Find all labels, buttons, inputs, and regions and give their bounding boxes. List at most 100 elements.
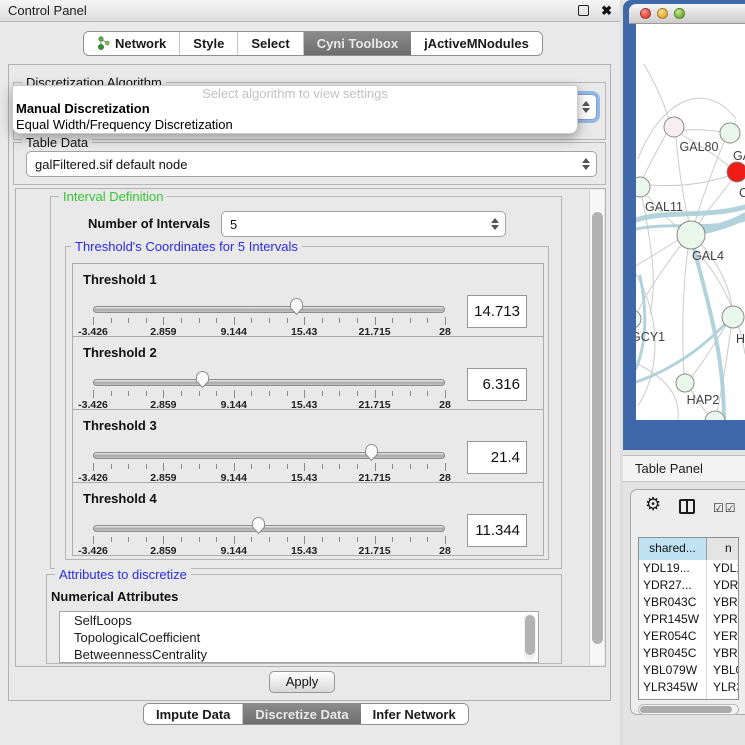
attributes-group: Attributes to discretize Numerical Attri… [46, 574, 562, 664]
table-row[interactable]: YBR043CYBR0 [639, 594, 738, 611]
threshold-value-box[interactable]: 14.713 [467, 295, 527, 328]
cyni-toolbox-panel: Discretization Algorithm Table Data galF… [8, 64, 611, 701]
tab-infer-network-label: Infer Network [373, 707, 456, 722]
tab-cyni-toolbox[interactable]: Cyni Toolbox [304, 32, 411, 55]
tab-jactivemnodules-label: jActiveMNodules [424, 36, 529, 51]
close-traffic-light-icon[interactable] [640, 8, 651, 19]
network-node-c[interactable] [727, 162, 745, 182]
network-node-gcy1[interactable] [636, 310, 641, 328]
scrollbar-thumb[interactable] [525, 615, 535, 655]
algorithm-option-manual[interactable]: Manual Discretization [13, 101, 577, 117]
scrollbar-thumb[interactable] [640, 706, 732, 713]
table-select-checkboxes-icon[interactable]: ☑☑ [713, 501, 737, 515]
table-settings-gear-icon[interactable]: ⚙ [645, 494, 661, 515]
column-header-shared-name[interactable]: shared... [639, 538, 707, 560]
network-canvas[interactable]: GAL80GACGAL11GAL4GCY1HHAP2 [636, 24, 745, 420]
tab-style[interactable]: Style [180, 32, 238, 55]
tab-network[interactable]: Network [84, 32, 180, 55]
threshold-slider-track[interactable] [93, 525, 445, 532]
column-header-name[interactable]: n [707, 538, 738, 560]
combo-spinner-icon [490, 218, 498, 230]
table-data-combobox[interactable]: galFiltered.sif default node [26, 151, 597, 177]
tab-cyni-toolbox-label: Cyni Toolbox [317, 36, 398, 51]
network-node-gal11[interactable] [636, 177, 650, 197]
table-panel-title: Table Panel [635, 461, 703, 476]
number-of-intervals-combobox[interactable]: 5 [221, 211, 506, 237]
tab-discretize-data[interactable]: Discretize Data [243, 704, 360, 724]
node-label: C [739, 186, 745, 200]
table-row[interactable]: YPR145WYPR1 [639, 611, 738, 628]
threshold-slider-thumb[interactable] [364, 443, 379, 462]
network-node-h[interactable] [722, 306, 744, 328]
control-panel: Control Panel ✖ Network Style [0, 0, 620, 745]
tab-infer-network[interactable]: Infer Network [361, 704, 468, 724]
threshold-slider-track[interactable] [93, 379, 445, 386]
combo-spinner-icon [581, 158, 589, 170]
thresholds-group: Threshold's Coordinates for 5 Intervals … [65, 246, 549, 560]
attribute-list-item[interactable]: SelfLoops [60, 612, 538, 629]
threshold-value-box[interactable]: 6.316 [467, 368, 527, 401]
cyni-mode-tabs: Impute Data Discretize Data Infer Networ… [143, 703, 469, 725]
table-row[interactable]: YBL079WYBL0 [639, 662, 738, 679]
attribute-list-item[interactable]: TopologicalCoefficient [60, 629, 538, 646]
threshold-row: Threshold 4 -3.4262.8599.14415.4321.7152… [72, 482, 544, 556]
attributes-list-scrollbar[interactable] [524, 614, 536, 660]
number-of-intervals-value: 5 [230, 217, 237, 232]
tab-discretize-data-label: Discretize Data [255, 707, 348, 722]
network-node-labels: GAL80GACGAL11GAL4GCY1HHAP2 [636, 140, 745, 407]
threshold-slider-track[interactable] [93, 306, 445, 313]
zoom-traffic-light-icon[interactable] [674, 8, 685, 19]
threshold-slider-thumb[interactable] [251, 516, 266, 535]
network-window-titlebar[interactable] [629, 4, 745, 24]
table-row[interactable]: YER054CYER0 [639, 628, 738, 645]
table-columns-icon[interactable] [679, 499, 695, 514]
table-panel-header: Table Panel [623, 455, 745, 482]
network-icon [97, 36, 110, 51]
control-panel-titlebar: Control Panel ✖ [0, 0, 620, 22]
tab-select[interactable]: Select [238, 32, 303, 55]
algorithm-option-equal-width[interactable]: Equal Width/Frequency Discretization [13, 117, 577, 133]
table-row[interactable]: YIL053CYIL0 [639, 696, 738, 700]
panel-scrollbar[interactable] [589, 190, 604, 665]
threshold-row: Threshold 1 -3.4262.8599.14415.4321.7152… [72, 263, 544, 337]
tab-jactivemnodules[interactable]: jActiveMNodules [411, 32, 542, 55]
minimize-traffic-light-icon[interactable] [657, 8, 668, 19]
numerical-attributes-list[interactable]: SelfLoopsTopologicalCoefficientBetweenne… [59, 611, 539, 663]
float-window-icon[interactable] [578, 5, 589, 16]
node-label: GAL11 [645, 200, 683, 214]
threshold-slider-track[interactable] [93, 452, 445, 459]
table-row[interactable]: YLR345WYLR3 [639, 679, 738, 696]
table-horizontal-scrollbar[interactable] [638, 704, 739, 715]
network-node-gal4[interactable] [677, 221, 705, 249]
threshold-row: Threshold 2 -3.4262.8599.14415.4321.7152… [72, 336, 544, 410]
attribute-list-item[interactable]: BetweennessCentrality [60, 646, 538, 663]
network-view-window: GAL80GACGAL11GAL4GCY1HHAP2 [623, 0, 745, 450]
table-panel-area: ⚙ ☑☑ shared... n YDL19...YDL1YDR27...YDR… [623, 482, 745, 745]
threshold-label: Threshold 2 [83, 345, 157, 360]
threshold-value-box[interactable]: 11.344 [467, 514, 527, 547]
threshold-slider-thumb[interactable] [289, 297, 304, 316]
algorithm-dropdown-popup: Select algorithm to view settings Manual… [12, 85, 578, 134]
network-node-ga[interactable] [720, 123, 740, 143]
settings-scroll-panel: Interval Definition Number of Intervals … [15, 188, 606, 667]
node-table[interactable]: shared... n YDL19...YDL1YDR27...YDR2YBR0… [638, 537, 739, 700]
network-node-hap2[interactable] [676, 374, 694, 392]
interval-definition-group: Interval Definition Number of Intervals … [50, 196, 562, 569]
numerical-attributes-label: Numerical Attributes [51, 589, 178, 604]
network-node-gal80[interactable] [664, 117, 684, 137]
table-row[interactable]: YBR045CYBR0 [639, 645, 738, 662]
number-of-intervals-label: Number of Intervals [88, 216, 210, 231]
tab-impute-data[interactable]: Impute Data [144, 704, 243, 724]
threshold-slider-thumb[interactable] [195, 370, 210, 389]
attributes-group-title: Attributes to discretize [55, 567, 191, 582]
tab-style-label: Style [193, 36, 224, 51]
node-label: HAP2 [687, 393, 720, 407]
apply-button[interactable]: Apply [269, 671, 335, 693]
threshold-label: Threshold 1 [83, 272, 157, 287]
scrollbar-thumb[interactable] [592, 212, 603, 644]
close-window-icon[interactable]: ✖ [601, 5, 612, 16]
threshold-value-box[interactable]: 21.4 [467, 441, 527, 474]
table-row[interactable]: YDR27...YDR2 [639, 577, 738, 594]
table-row[interactable]: YDL19...YDL1 [639, 560, 738, 577]
node-label: GA [733, 149, 745, 163]
